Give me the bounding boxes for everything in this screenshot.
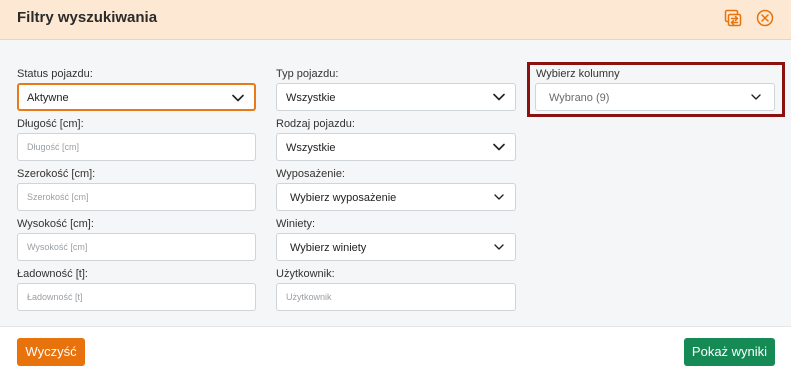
chevron-down-icon bbox=[493, 93, 505, 101]
dialog-title: Filtry wyszukiwania bbox=[17, 9, 158, 26]
chevron-down-icon bbox=[493, 193, 505, 201]
status-value: Aktywne bbox=[27, 92, 69, 104]
kolumny-value: Wybrano (9) bbox=[549, 92, 610, 104]
ladownosc-input[interactable] bbox=[17, 283, 256, 311]
uzytkownik-label: Użytkownik: bbox=[276, 268, 335, 280]
szerokosc-label: Szerokość [cm]: bbox=[17, 168, 96, 180]
wyposazenie-label: Wyposażenie: bbox=[276, 168, 345, 180]
wysokosc-label: Wysokość [cm]: bbox=[17, 218, 94, 230]
rodzaj-value: Wszystkie bbox=[286, 142, 336, 154]
dlugosc-input[interactable] bbox=[17, 133, 256, 161]
kolumny-label: Wybierz kolumny bbox=[536, 68, 620, 80]
chevron-down-icon bbox=[750, 93, 762, 101]
chevron-down-icon bbox=[493, 143, 505, 151]
winiety-label: Winiety: bbox=[276, 218, 316, 230]
typ-value: Wszystkie bbox=[286, 92, 336, 104]
wyposazenie-value: Wybierz wyposażenie bbox=[290, 192, 397, 204]
dlugosc-label: Długość [cm]: bbox=[17, 118, 84, 130]
wysokosc-input[interactable] bbox=[17, 233, 256, 261]
wyposazenie-select[interactable]: Wybierz wyposażenie bbox=[276, 183, 516, 211]
dialog-header: Filtry wyszukiwania bbox=[0, 0, 791, 40]
rodzaj-label: Rodzaj pojazdu: bbox=[276, 118, 355, 130]
ladownosc-label: Ładowność [t]: bbox=[17, 268, 88, 280]
szerokosc-input[interactable] bbox=[17, 183, 256, 211]
dialog-footer bbox=[0, 326, 791, 372]
status-select[interactable]: Aktywne bbox=[17, 83, 256, 111]
typ-label: Typ pojazdu: bbox=[276, 68, 339, 80]
clear-button[interactable]: Wyczyść bbox=[17, 338, 85, 366]
winiety-value: Wybierz winiety bbox=[290, 242, 367, 254]
typ-select[interactable]: Wszystkie bbox=[276, 83, 516, 111]
rodzaj-select[interactable]: Wszystkie bbox=[276, 133, 516, 161]
winiety-select[interactable]: Wybierz winiety bbox=[276, 233, 516, 261]
status-label: Status pojazdu: bbox=[17, 68, 93, 80]
swap-icon[interactable] bbox=[724, 9, 742, 27]
show-results-button[interactable]: Pokaż wyniki bbox=[684, 338, 775, 366]
chevron-down-icon bbox=[232, 94, 244, 102]
uzytkownik-input[interactable] bbox=[276, 283, 516, 311]
chevron-down-icon bbox=[493, 243, 505, 251]
kolumny-select[interactable]: Wybrano (9) bbox=[535, 83, 775, 111]
close-icon[interactable] bbox=[756, 9, 774, 27]
